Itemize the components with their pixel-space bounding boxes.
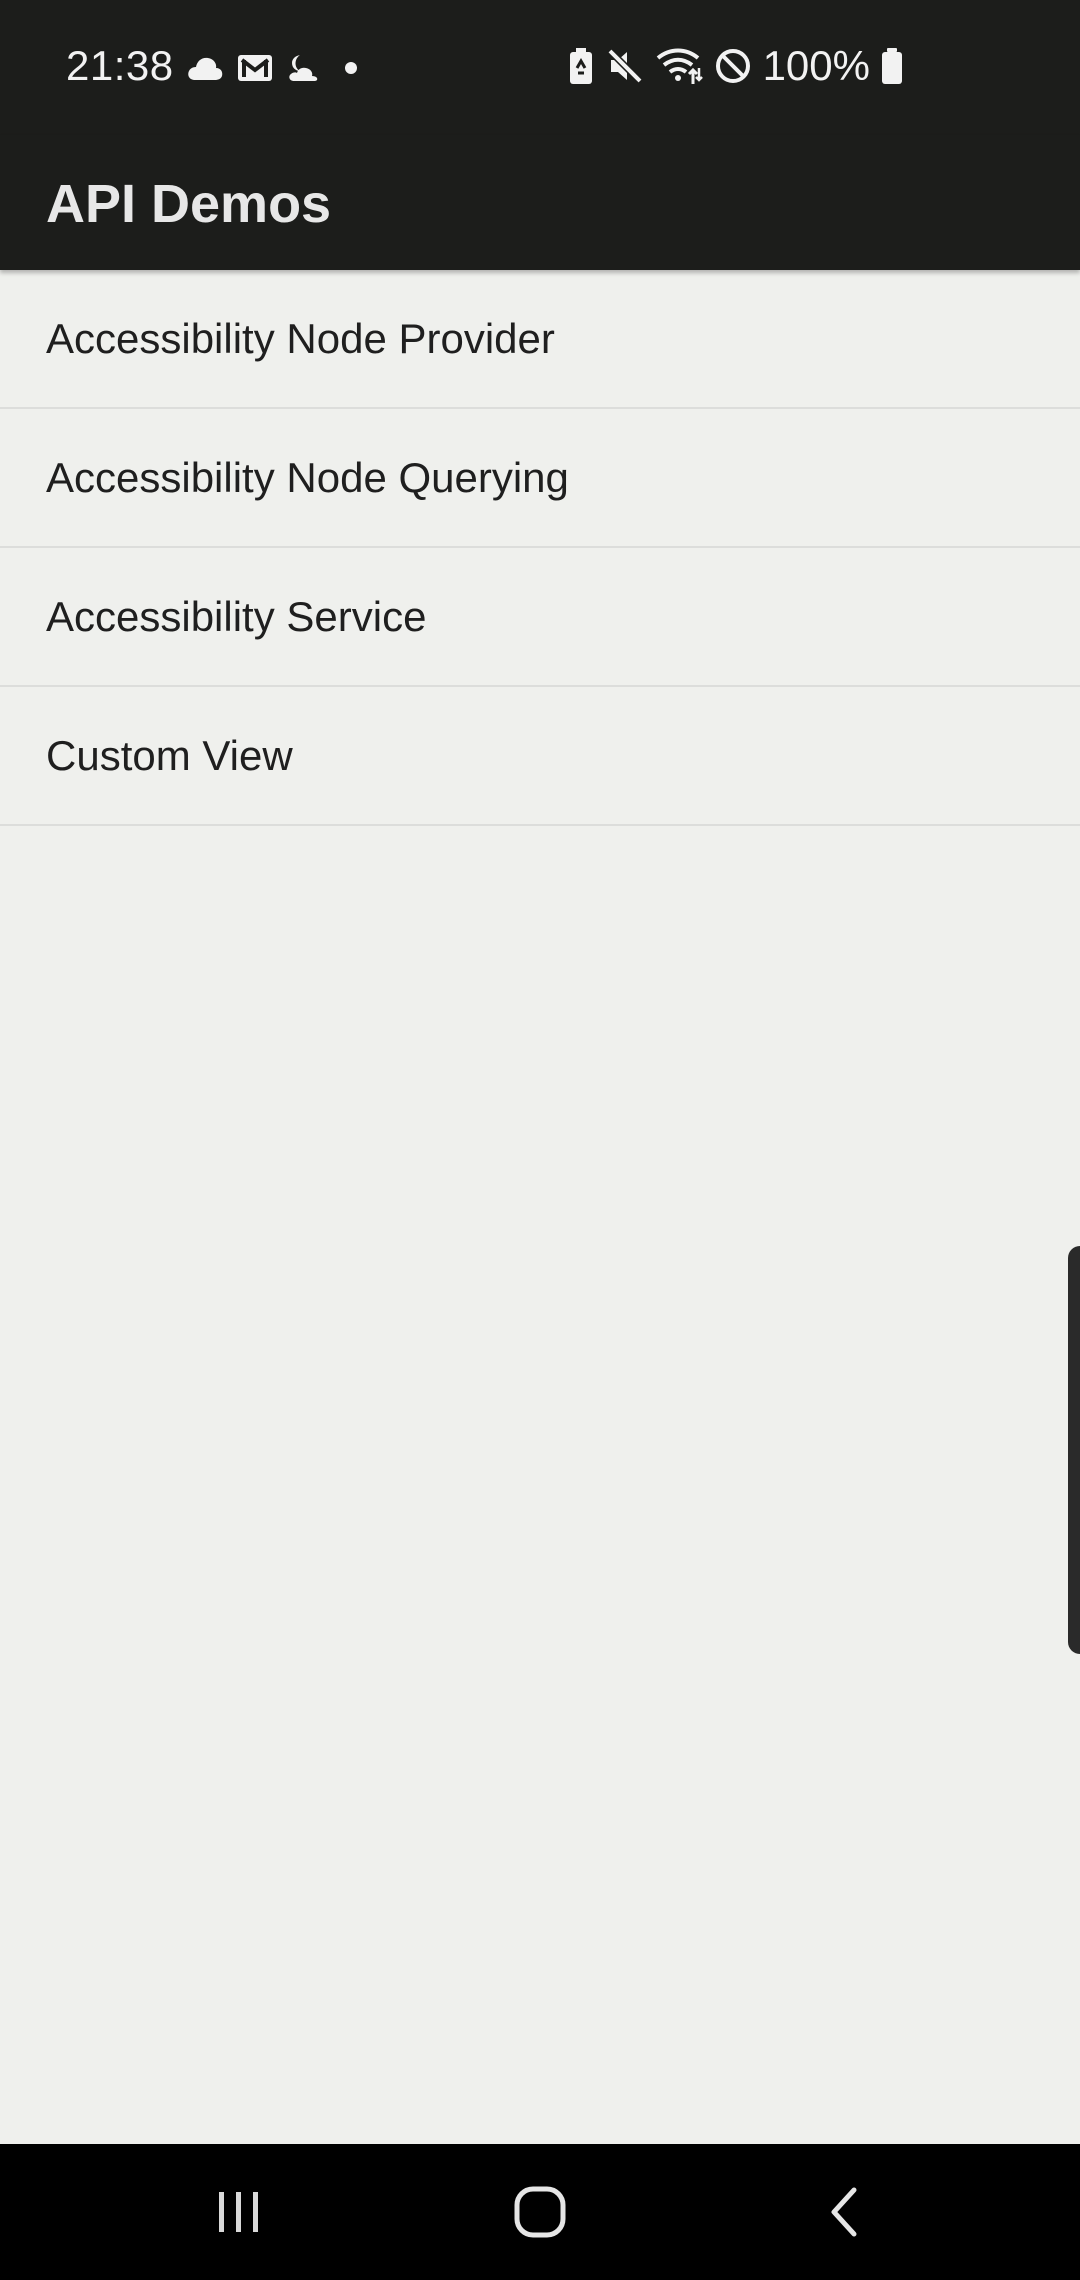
dot-icon — [336, 58, 366, 78]
list-item-accessibility-node-querying[interactable]: Accessibility Node Querying — [0, 409, 1080, 548]
app-bar: API Demos — [0, 135, 1080, 270]
battery-percent: 100% — [762, 42, 870, 89]
back-icon — [824, 2184, 864, 2240]
wifi-icon — [655, 46, 703, 86]
navigation-bar — [0, 2144, 1080, 2280]
list-item-accessibility-service[interactable]: Accessibility Service — [0, 548, 1080, 687]
back-button[interactable] — [804, 2178, 884, 2246]
status-bar: 21:38 100% — [0, 0, 1080, 135]
status-system-icons: 100% — [567, 40, 904, 92]
recent-apps-icon — [213, 2187, 265, 2237]
app-title: API Demos — [46, 174, 332, 234]
status-time: 21:38 — [66, 42, 174, 89]
list-item-accessibility-node-provider[interactable]: Accessibility Node Provider — [0, 270, 1080, 409]
demo-list: Accessibility Node Provider Accessibilit… — [0, 270, 1080, 826]
scrollbar-thumb[interactable] — [1068, 1246, 1080, 1654]
recent-apps-button[interactable] — [199, 2178, 279, 2246]
cloud-icon — [186, 54, 224, 82]
home-button[interactable] — [500, 2178, 580, 2246]
do-not-disturb-icon — [713, 46, 753, 86]
mute-icon — [605, 46, 645, 86]
battery-icon — [880, 46, 904, 86]
night-mode-icon — [286, 51, 324, 85]
status-notification-icons — [186, 44, 366, 92]
home-icon — [512, 2184, 568, 2240]
list-item-custom-view[interactable]: Custom View — [0, 687, 1080, 826]
battery-saver-icon — [567, 46, 595, 86]
gmail-icon — [236, 52, 274, 84]
